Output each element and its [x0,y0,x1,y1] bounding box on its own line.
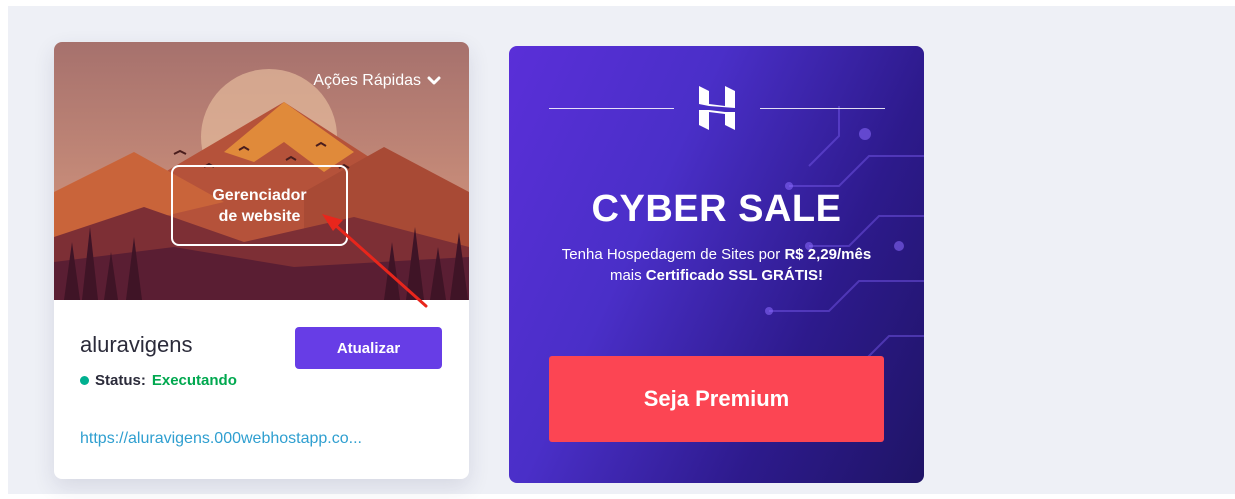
website-manager-label-line2: de website [218,207,301,225]
go-premium-button[interactable]: Seja Premium [549,356,884,442]
website-thumbnail: Ações Rápidas Gerenciador de website [54,42,469,300]
promo-description: Tenha Hospedagem de Sites por R$ 2,29/mê… [559,244,874,286]
status-label: Status: [95,372,146,389]
site-status: Status: Executando [80,372,237,389]
promo-text-part1: Tenha Hospedagem de Sites por [561,246,785,263]
promo-card: CYBER SALE Tenha Hospedagem de Sites por… [509,46,924,483]
promo-ssl: Certificado SSL GRÁTIS! [645,267,824,284]
brand-header [549,84,885,132]
update-button[interactable]: Atualizar [295,327,442,369]
website-manager-button[interactable]: Gerenciador de website [171,165,348,246]
website-card: Ações Rápidas Gerenciador de website alu… [54,42,469,479]
chevron-down-icon [427,76,441,85]
site-url-link[interactable]: https://aluravigens.000webhostapp.co... [80,430,362,448]
promo-price: R$ 2,29/mês [784,246,872,263]
status-dot-icon [80,376,89,385]
website-manager-label-line1: Gerenciador [212,186,307,204]
promo-text-part2: mais [609,267,646,284]
site-name: aluravigens [80,332,193,357]
quick-actions-toggle[interactable]: Ações Rápidas [313,72,441,90]
status-value: Executando [151,372,237,389]
divider-line-left [549,108,674,109]
promo-title: CYBER SALE [591,188,842,230]
hostinger-logo-icon [699,86,735,130]
quick-actions-label: Ações Rápidas [313,72,421,89]
divider-line-right [760,108,885,109]
